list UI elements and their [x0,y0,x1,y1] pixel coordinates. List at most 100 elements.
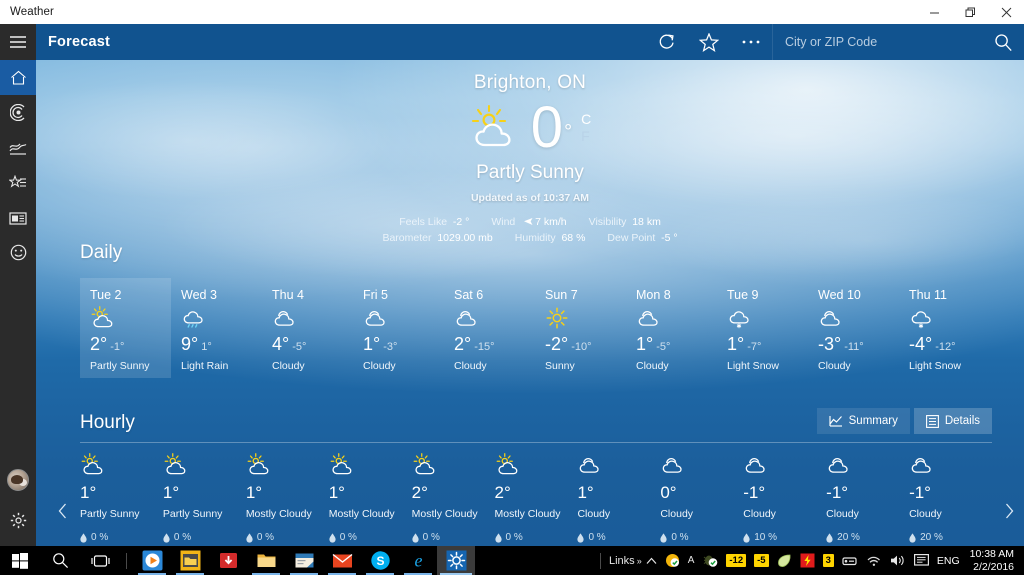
refresh-button[interactable] [646,24,688,60]
daily-forecast-card[interactable]: Thu 11 -4° -12° Light Snow [899,278,990,378]
summary-button[interactable]: Summary [816,408,910,434]
tray-icon-network[interactable] [862,554,886,567]
hourly-forecast-card[interactable]: 1° Partly Sunny 0 % [163,453,246,543]
sidebar-item-news[interactable] [0,200,36,235]
maximize-restore-button[interactable] [952,0,988,24]
hamburger-menu-icon [10,36,26,48]
daily-forecast-card[interactable]: Fri 5 1° -3° Cloudy [353,278,444,378]
chevron-up-icon [646,557,657,564]
daily-low-temp: -5° [656,341,671,353]
daily-forecast-card[interactable]: Wed 3 9° 1° Light Rain [171,278,262,378]
file-explorer-icon [257,554,275,567]
tray-badge-temperature-1[interactable]: -12 [722,554,750,567]
tray-icon-leaf[interactable] [773,554,796,568]
precipitation-value: 0 % [505,532,523,543]
action-center-button[interactable] [910,554,933,567]
partly-sunny-icon [90,306,171,332]
search-box[interactable] [772,24,1024,60]
details-button[interactable]: Details [913,408,992,434]
sidebar-item-settings[interactable] [0,503,36,538]
daily-forecast-card[interactable]: Mon 8 1° -5° Cloudy [626,278,717,378]
hourly-forecast-card[interactable]: 2° Mostly Cloudy 0 % [412,453,495,543]
tray-badge-count[interactable]: 3 [819,554,838,567]
taskbar-app-mail[interactable] [323,546,361,575]
hourly-forecast-card[interactable]: 1° Mostly Cloudy 0 % [329,453,412,543]
hourly-temperature: -1° [826,483,849,502]
hourly-forecast-card[interactable]: 1° Cloudy 0 % [577,453,660,543]
skype-icon: S [370,551,390,570]
tray-icon-hardware[interactable] [838,555,862,567]
daily-low-temp: -3° [383,341,398,353]
tray-icon-antivirus[interactable] [698,553,722,568]
search-input[interactable] [773,24,982,60]
hourly-temperature: 0° [660,483,677,502]
hourly-precipitation: 0 % [660,532,743,543]
tray-icon-volume[interactable] [886,554,910,567]
tray-icon-power-alert[interactable] [796,553,819,568]
sidebar-item-favorites[interactable] [0,165,36,200]
tray-badge-temperature-2[interactable]: -5 [750,554,772,567]
daily-forecast-card[interactable]: Thu 4 4° -5° Cloudy [262,278,353,378]
daily-condition-label: Cloudy [272,360,305,372]
unit-toggle[interactable]: C F [581,111,591,145]
taskbar-app-file-explorer[interactable] [247,546,285,575]
more-options-button[interactable] [730,24,772,60]
sidebar-item-home[interactable] [0,60,36,95]
taskbar-app-media-player[interactable] [133,546,171,575]
sidebar-item-maps[interactable] [0,95,36,130]
precipitation-value: 0 % [671,532,689,543]
unit-celsius[interactable]: C [581,111,591,128]
unit-fahrenheit[interactable]: F [581,128,590,145]
search-submit-button[interactable] [982,24,1024,60]
minimize-button[interactable] [916,0,952,24]
daily-high-temp: 9° [181,334,199,354]
hourly-forecast-card[interactable]: -1° Cloudy 10 % [743,453,826,543]
taskbar-app-sticky-notes[interactable] [285,546,323,575]
refresh-icon [659,34,674,49]
hourly-forecast-card[interactable]: -1° Cloudy 20 % [909,453,992,543]
daily-forecast-card[interactable]: Tue 2 2° -1° Partly Sunny [80,278,171,378]
hourly-precipitation: 0 % [246,532,329,543]
hourly-prev-button[interactable]: chevron-left-icon [52,500,74,522]
daily-forecast-card[interactable]: Sat 6 2° -15° Cloudy [444,278,535,378]
taskbar-clock[interactable]: 10:38 AM 2/2/2016 [964,548,1024,574]
language-indicator[interactable]: ENG [933,555,964,567]
taskbar-app-file-explorer-yellow[interactable] [171,546,209,575]
media-player-icon [142,550,162,571]
taskbar-search-button[interactable] [40,546,80,575]
daily-forecast-card[interactable]: Tue 9 1° -7° Light Snow [717,278,808,378]
taskbar-app-internet-explorer[interactable]: e [399,546,437,575]
hourly-forecast-card[interactable]: 0° Cloudy 0 % [660,453,743,543]
taskbar-app-download-manager[interactable] [209,546,247,575]
links-label[interactable]: Links [607,555,637,567]
svg-text:S: S [376,554,384,568]
search-icon [994,33,1012,51]
hourly-condition-label: Cloudy [577,508,611,520]
account-avatar[interactable] [7,469,29,491]
hourly-next-button[interactable] [998,500,1020,522]
hamburger-menu-button[interactable] [0,24,36,60]
daily-forecast-card[interactable]: Sun 7 -2° -10° Sunny [535,278,626,378]
sidebar-item-historical[interactable] [0,130,36,165]
start-button[interactable] [0,546,40,575]
daily-day-label: Sun 7 [545,288,578,302]
sidebar-item-feedback[interactable] [0,235,36,270]
hourly-forecast-card[interactable]: -1° Cloudy 20 % [826,453,909,543]
tray-icon-security-shield[interactable] [661,553,684,568]
tray-icon-input-indicator[interactable]: A [684,555,699,566]
volume-icon [890,555,904,566]
taskbar-app-skype[interactable]: S [361,546,399,575]
close-button[interactable] [988,0,1024,24]
daily-forecast-card[interactable]: Wed 10 -3° -11° Cloudy [808,278,899,378]
hourly-forecast-card[interactable]: 1° Partly Sunny 0 % [80,453,163,543]
task-view-button[interactable] [80,546,120,575]
app-header-actions [646,24,1024,60]
favorite-button[interactable] [688,24,730,60]
hourly-divider [80,442,992,443]
taskbar-app-weather[interactable] [437,546,475,575]
tray-expand-button[interactable] [642,557,661,565]
hourly-forecast-card[interactable]: 1° Mostly Cloudy 0 % [246,453,329,543]
hourly-forecast-card[interactable]: 2° Mostly Cloudy 0 % [495,453,578,543]
daily-day-label: Fri 5 [363,288,388,302]
gear-icon [10,512,26,529]
